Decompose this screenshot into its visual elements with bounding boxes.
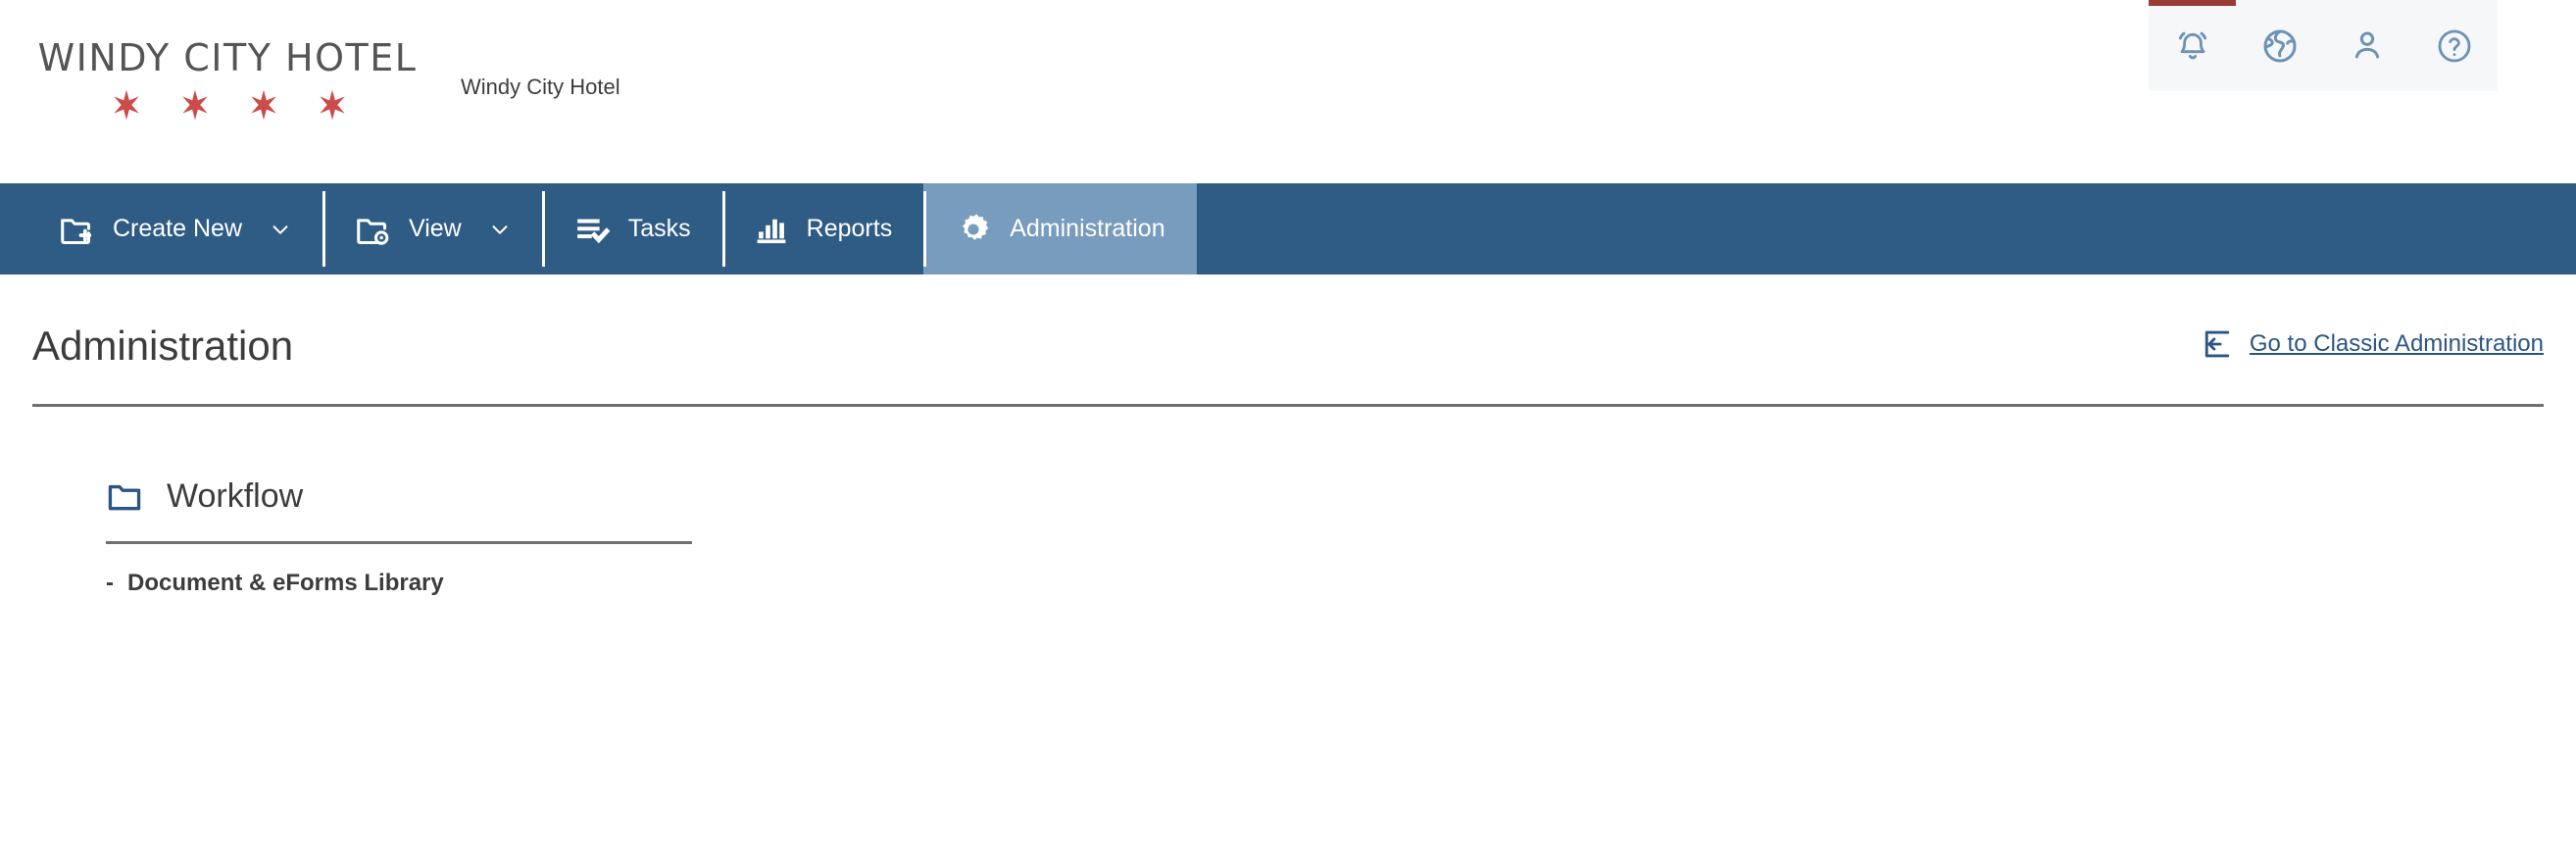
list-bullet: - xyxy=(106,570,114,596)
person-icon xyxy=(2354,30,2379,58)
folder-eye-icon xyxy=(354,211,391,248)
application-page: WINDY CITY HOTEL Windy City Hotel Create… xyxy=(0,0,2576,849)
nav-item-administration[interactable]: Administration xyxy=(923,183,1197,275)
list-item-label: Document & eForms Library xyxy=(127,570,444,596)
star-icon xyxy=(320,89,345,121)
notifications-button[interactable] xyxy=(2149,0,2236,91)
admin-sections: Workflow - Document & eForms Library xyxy=(0,477,2576,597)
folder-plus-icon xyxy=(58,211,95,248)
gear-icon xyxy=(955,211,992,248)
user-profile-button[interactable] xyxy=(2323,0,2410,91)
nav-left-spacer xyxy=(0,183,26,275)
utility-icon-bar xyxy=(2149,0,2498,91)
star-icon xyxy=(251,89,276,121)
section-workflow-divider xyxy=(106,541,692,544)
bar-chart-icon xyxy=(754,212,789,247)
section-workflow-title: Workflow xyxy=(167,477,304,515)
section-workflow: Workflow - Document & eForms Library xyxy=(106,477,694,597)
top-header: WINDY CITY HOTEL Windy City Hotel xyxy=(0,0,2576,183)
folder-icon xyxy=(108,484,141,510)
nav-label-view: View xyxy=(409,215,462,242)
language-globe-button[interactable] xyxy=(2236,0,2323,91)
nav-item-reports[interactable]: Reports xyxy=(721,183,924,275)
nav-label-reports: Reports xyxy=(806,215,893,242)
exit-left-arrow-icon xyxy=(2204,330,2230,358)
help-button[interactable] xyxy=(2410,0,2498,91)
chevron-down-icon xyxy=(270,219,291,240)
main-content: Administration Go to Classic Administrat… xyxy=(0,275,2576,597)
logo-stars xyxy=(110,88,349,122)
page-header-divider xyxy=(32,404,2544,407)
page-header: Administration Go to Classic Administrat… xyxy=(32,275,2544,407)
main-navigation-bar: Create New View Tasks Reports Administra… xyxy=(0,183,2576,275)
globe-icon xyxy=(2263,29,2296,62)
section-workflow-list: - Document & eForms Library xyxy=(106,570,694,597)
nav-label-create-new: Create New xyxy=(113,215,242,242)
logo-wordmark: WINDY CITY HOTEL xyxy=(37,36,418,79)
star-icon xyxy=(114,89,139,121)
company-logo: WINDY CITY HOTEL xyxy=(31,36,423,122)
brand-area: WINDY CITY HOTEL Windy City Hotel xyxy=(31,36,620,122)
chevron-down-icon xyxy=(489,219,511,240)
star-icon xyxy=(182,89,208,121)
section-workflow-header: Workflow xyxy=(106,477,694,516)
brand-name: Windy City Hotel xyxy=(461,75,620,99)
list-item[interactable]: - Document & eForms Library xyxy=(106,570,694,597)
page-title: Administration xyxy=(32,323,294,369)
question-circle-icon xyxy=(2438,29,2470,62)
bell-icon xyxy=(2178,31,2206,59)
nav-label-tasks: Tasks xyxy=(627,215,691,242)
nav-item-create-new[interactable]: Create New xyxy=(26,183,322,275)
task-list-icon xyxy=(573,211,611,248)
nav-item-tasks[interactable]: Tasks xyxy=(541,183,722,275)
nav-label-administration: Administration xyxy=(1010,215,1165,242)
classic-admin-link-text: Go to Classic Administration xyxy=(2249,330,2544,357)
notifications-accent-bar xyxy=(2149,0,2236,6)
nav-item-view[interactable]: View xyxy=(322,183,542,275)
go-to-classic-administration-link[interactable]: Go to Classic Administration xyxy=(2201,327,2544,361)
